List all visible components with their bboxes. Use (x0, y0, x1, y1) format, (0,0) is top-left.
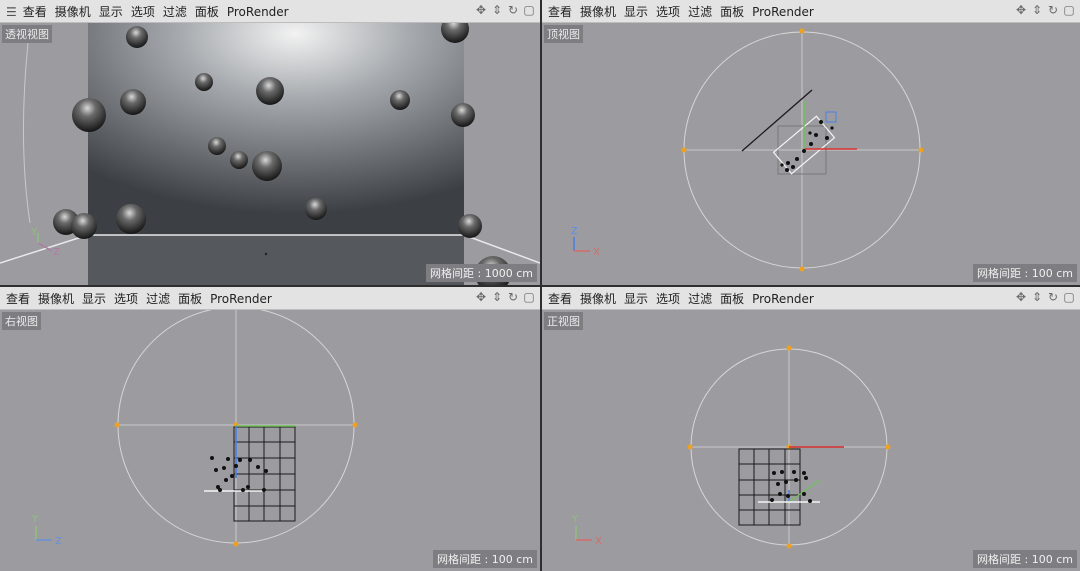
menu-prorender[interactable]: ProRender (752, 292, 814, 306)
grid-spacing-label: 网格间距 : 100 cm (973, 550, 1077, 568)
grid-spacing-label: 网格间距 : 100 cm (973, 264, 1077, 282)
viewport-top[interactable]: 查看 摄像机 显示 选项 过滤 面板 ProRender ✥ ⇕ ↻ ▢ Z X… (542, 0, 1080, 285)
rotate-view-icon[interactable]: ↻ (1045, 3, 1061, 17)
maximize-view-icon[interactable]: ▢ (521, 290, 537, 304)
viewport-menubar: 查看 摄像机 显示 选项 过滤 面板 ProRender ✥ ⇕ ↻ ▢ (0, 287, 540, 310)
maximize-view-icon[interactable]: ▢ (521, 3, 537, 17)
right-scene: Y Z (31, 310, 358, 547)
axis-gizmo-perspective: Y Z (30, 227, 60, 258)
move-view-icon[interactable]: ✥ (1013, 3, 1029, 17)
menu-view[interactable]: 查看 (23, 5, 47, 19)
menu-filter[interactable]: 过滤 (688, 5, 712, 19)
menu-view[interactable]: 查看 (548, 5, 572, 19)
menu-camera[interactable]: 摄像机 (38, 292, 74, 306)
menu-icon[interactable]: ☰ (6, 5, 17, 19)
menu-camera[interactable]: 摄像机 (580, 292, 616, 306)
menu-prorender[interactable]: ProRender (210, 292, 272, 306)
viewport-title: 透视视图 (2, 25, 52, 43)
backdrop-wall (88, 23, 464, 235)
axis-z-label: Z (53, 247, 60, 258)
front-scene: Y X (571, 345, 891, 549)
move-view-icon[interactable]: ✥ (1013, 290, 1029, 304)
menu-options[interactable]: 选项 (656, 292, 680, 306)
axis-x-label: X (595, 536, 602, 547)
move-view-icon[interactable]: ✥ (473, 3, 489, 17)
front-canvas[interactable]: Y X 正视图 网格间距 : 100 cm (542, 310, 1080, 571)
menu-filter[interactable]: 过滤 (146, 292, 170, 306)
rotate-view-icon[interactable]: ↻ (505, 3, 521, 17)
axis-y-label: Y (30, 227, 38, 238)
viewport-right[interactable]: 查看 摄像机 显示 选项 过滤 面板 ProRender ✥ ⇕ ↻ ▢ Y Z… (0, 287, 540, 571)
axis-y-label: Y (31, 514, 39, 525)
axis-z-label: Z (571, 226, 578, 237)
axis-gizmo-front: Y X (571, 514, 602, 547)
maximize-view-icon[interactable]: ▢ (1061, 290, 1077, 304)
menu-options[interactable]: 选项 (131, 5, 155, 19)
menu-camera[interactable]: 摄像机 (580, 5, 616, 19)
menu-display[interactable]: 显示 (82, 292, 106, 306)
maximize-view-icon[interactable]: ▢ (1061, 3, 1077, 17)
menu-panel[interactable]: 面板 (195, 5, 219, 19)
menu-filter[interactable]: 过滤 (163, 5, 187, 19)
axis-gizmo-right: Y Z (31, 514, 62, 547)
menu-filter[interactable]: 过滤 (688, 292, 712, 306)
top-canvas[interactable]: Z X 顶视图 网格间距 : 100 cm (542, 23, 1080, 285)
move-view-icon[interactable]: ✥ (473, 290, 489, 304)
viewport-front[interactable]: 查看 摄像机 显示 选项 过滤 面板 ProRender ✥ ⇕ ↻ ▢ Y X… (542, 287, 1080, 571)
top-scene: Z X (571, 28, 924, 272)
viewport-title: 正视图 (544, 312, 583, 330)
grid-lines (738, 448, 801, 526)
zoom-view-icon[interactable]: ⇕ (489, 290, 505, 304)
right-canvas[interactable]: Y Z 右视图 网格间距 : 100 cm (0, 310, 540, 571)
menu-display[interactable]: 显示 (624, 5, 648, 19)
perspective-canvas[interactable]: Y Z 透视视图 网格间距 : 1000 cm (0, 23, 540, 285)
viewport-menubar: 查看 摄像机 显示 选项 过滤 面板 ProRender ✥ ⇕ ↻ ▢ (542, 0, 1080, 23)
zoom-view-icon[interactable]: ⇕ (489, 3, 505, 17)
rotate-view-icon[interactable]: ↻ (505, 290, 521, 304)
zoom-view-icon[interactable]: ⇕ (1029, 3, 1045, 17)
menu-display[interactable]: 显示 (99, 5, 123, 19)
viewport-menubar: ☰ 查看 摄像机 显示 选项 过滤 面板 ProRender ✥ ⇕ ↻ ▢ (0, 0, 540, 23)
menu-view[interactable]: 查看 (548, 292, 572, 306)
menu-prorender[interactable]: ProRender (752, 5, 814, 19)
menu-panel[interactable]: 面板 (720, 5, 744, 19)
axis-y-label: Y (571, 514, 579, 525)
viewport-perspective[interactable]: ☰ 查看 摄像机 显示 选项 过滤 面板 ProRender ✥ ⇕ ↻ ▢ Y… (0, 0, 540, 285)
grid-spacing-label: 网格间距 : 1000 cm (426, 264, 537, 282)
floor-plane (88, 235, 464, 285)
axis-gizmo-top: Z X (571, 226, 600, 258)
menu-panel[interactable]: 面板 (720, 292, 744, 306)
menu-options[interactable]: 选项 (114, 292, 138, 306)
viewport-title: 右视图 (2, 312, 41, 330)
grid-spacing-label: 网格间距 : 100 cm (433, 550, 537, 568)
viewport-title: 顶视图 (544, 25, 583, 43)
axis-x-label: X (593, 247, 600, 258)
menu-view[interactable]: 查看 (6, 292, 30, 306)
menu-panel[interactable]: 面板 (178, 292, 202, 306)
viewport-menubar: 查看 摄像机 显示 选项 过滤 面板 ProRender ✥ ⇕ ↻ ▢ (542, 287, 1080, 310)
axis-z-label: Z (55, 536, 62, 547)
menu-prorender[interactable]: ProRender (227, 5, 289, 19)
menu-options[interactable]: 选项 (656, 5, 680, 19)
zoom-view-icon[interactable]: ⇕ (1029, 290, 1045, 304)
grid-lines (233, 426, 296, 522)
menu-camera[interactable]: 摄像机 (55, 5, 91, 19)
rotate-view-icon[interactable]: ↻ (1045, 290, 1061, 304)
perspective-scene: Y Z (0, 23, 540, 285)
menu-display[interactable]: 显示 (624, 292, 648, 306)
